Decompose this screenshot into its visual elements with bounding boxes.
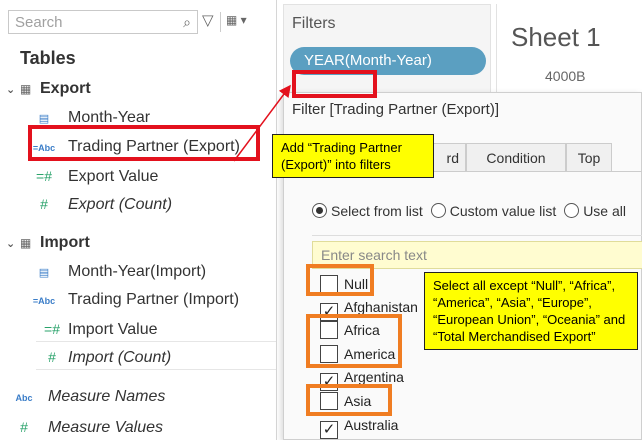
filter-icon[interactable]: ▽	[202, 11, 214, 29]
field-trading-partner-import[interactable]: =Abc Trading Partner (Import)	[20, 287, 276, 313]
radio-label: Select from list	[331, 203, 423, 219]
field-label: Export Value	[68, 168, 159, 185]
search-input[interactable]: Search ⌕	[8, 10, 198, 34]
view-options-icon[interactable]: ▦ ▾	[226, 13, 247, 27]
filters-title: Filters	[292, 15, 336, 32]
field-import-count[interactable]: # Import (Count)	[36, 344, 276, 370]
abc-icon: Abc	[15, 393, 33, 403]
field-measure-names[interactable]: Abc Measure Names	[0, 384, 256, 410]
field-label: Measure Names	[48, 388, 166, 405]
measure-icon: #	[48, 349, 56, 365]
item-label: Australia	[344, 417, 399, 433]
dialog-title: Filter [Trading Partner (Export)]	[292, 101, 500, 118]
measure-icon: =#	[44, 321, 60, 337]
data-pane: Search ⌕ ▽ ▦ ▾ Tables ⌄ ▦ Export ▤ Month-Ye…	[0, 0, 277, 440]
tables-title: Tables	[20, 48, 76, 68]
field-label: Trading Partner (Import)	[68, 291, 240, 308]
annotation-note-add-filter: Add “Trading Partner (Export)” into filt…	[272, 134, 434, 178]
highlight-null	[306, 264, 374, 296]
annotation-note-select-all: Select all except “Null”, “Africa”, “Ame…	[424, 272, 638, 350]
calendar-icon: ▤	[38, 267, 50, 279]
search-icon[interactable]: ⌕	[183, 14, 191, 31]
radio-label: Custom value list	[449, 203, 557, 219]
table-import-label: Import	[40, 234, 90, 251]
measure-icon: #	[20, 419, 28, 435]
radio-use-all[interactable]: Use all	[564, 203, 626, 219]
selection-mode: Select from list Custom value list Use a…	[312, 203, 630, 219]
radio-select-from-list[interactable]: Select from list	[312, 203, 423, 219]
axis-label: 4000B	[545, 68, 586, 84]
radio-custom-value-list[interactable]: Custom value list	[430, 203, 557, 219]
field-label: Import Value	[68, 321, 158, 338]
field-import-value[interactable]: =# Import Value	[36, 316, 276, 342]
highlight-trading-partner-export	[28, 125, 260, 161]
radio-on-icon[interactable]	[312, 203, 327, 218]
field-export-value[interactable]: =# Export Value	[20, 163, 276, 189]
list-item-australia[interactable]: ✓ Australia	[320, 414, 399, 439]
divider	[220, 12, 221, 32]
sheet-title[interactable]: Sheet 1	[511, 22, 601, 53]
table-import[interactable]: ⌄ ▦ Import	[6, 234, 90, 252]
highlight-asia	[306, 384, 392, 416]
field-label: Month-Year(Import)	[68, 263, 207, 280]
measure-icon: =#	[36, 168, 52, 184]
radio-off-icon[interactable]	[430, 203, 446, 218]
chevron-down-icon[interactable]: ⌄	[6, 237, 20, 250]
highlight-africa-america	[306, 314, 402, 368]
tab-top[interactable]: Top	[566, 143, 612, 171]
field-export-count[interactable]: # Export (Count)	[20, 191, 276, 217]
field-label: Month-Year	[68, 109, 151, 126]
search-placeholder: Search	[15, 14, 63, 31]
field-label: Measure Values	[48, 419, 164, 436]
field-label: Import (Count)	[68, 349, 172, 366]
highlight-filter-drop-target	[292, 70, 377, 98]
measure-icon: #	[40, 196, 48, 212]
tab-condition[interactable]: Condition	[466, 143, 566, 171]
item-label: Afghanistan	[344, 299, 418, 315]
table-icon: ▦	[20, 82, 32, 96]
chevron-down-icon[interactable]: ⌄	[6, 83, 20, 96]
field-measure-values[interactable]: # Measure Values	[0, 414, 256, 440]
table-icon: ▦	[20, 236, 32, 250]
table-export-label: Export	[40, 80, 91, 97]
radio-label: Use all	[583, 203, 626, 219]
abc-icon: =Abc	[32, 296, 56, 306]
table-export[interactable]: ⌄ ▦ Export	[6, 80, 91, 98]
field-label: Export (Count)	[68, 196, 173, 213]
sheet-area: Sheet 1 4000B	[496, 4, 642, 99]
field-month-year-import[interactable]: ▤ Month-Year(Import)	[20, 259, 276, 285]
radio-off-icon[interactable]	[564, 203, 580, 218]
checkbox-checked[interactable]: ✓	[320, 421, 338, 439]
item-label: Argentina	[344, 369, 404, 385]
divider	[312, 235, 642, 236]
